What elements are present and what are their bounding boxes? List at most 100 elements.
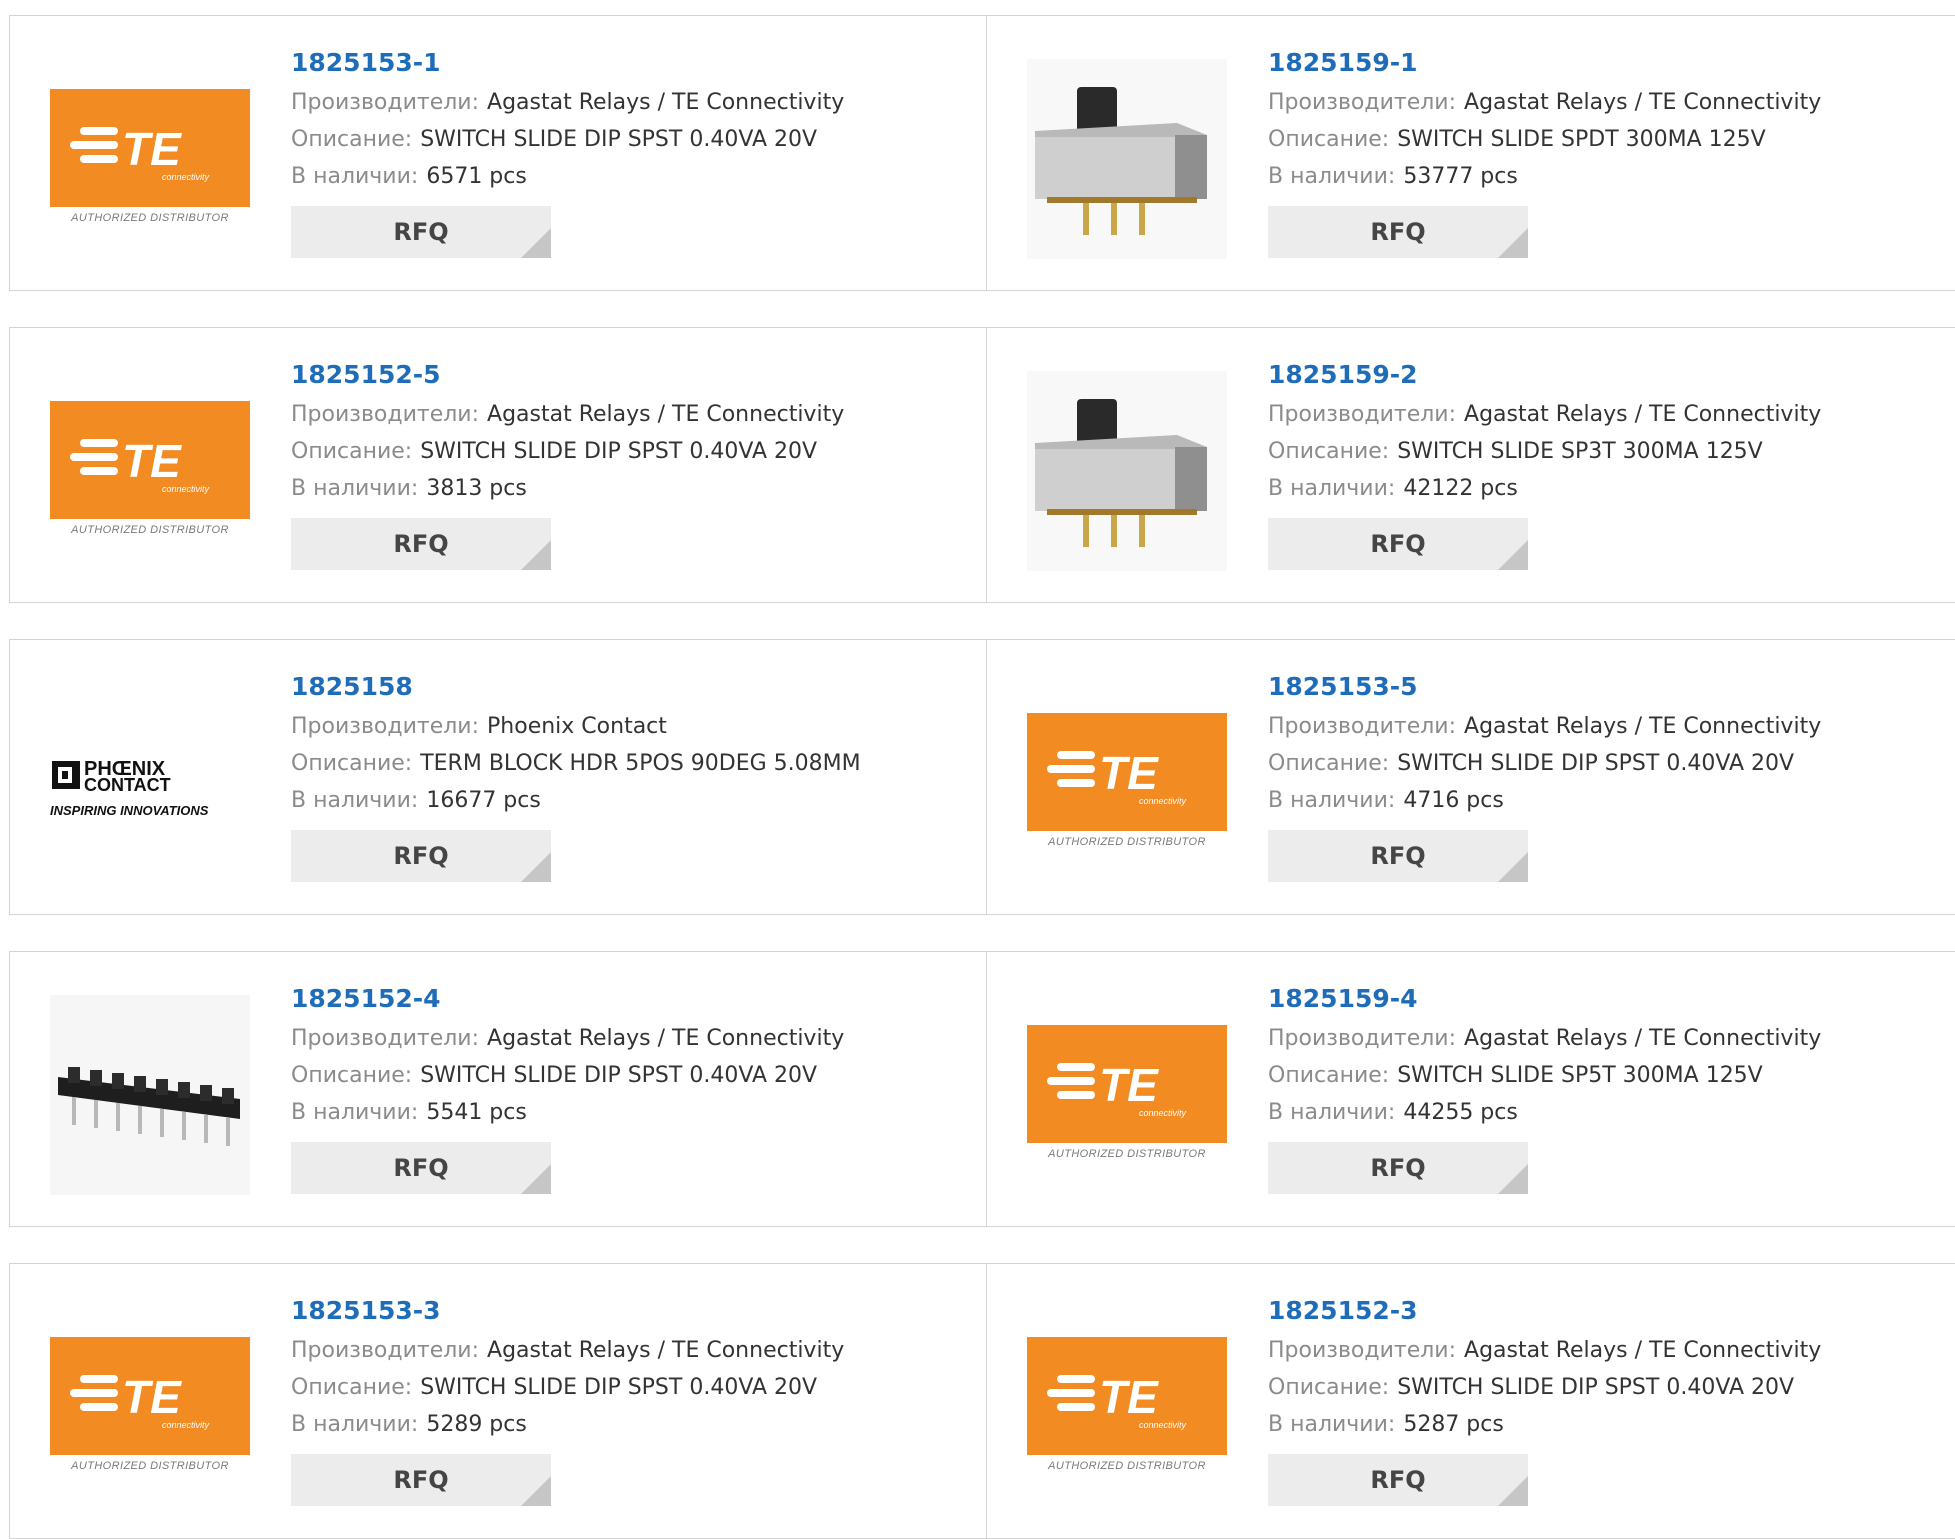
authorized-distributor-caption: AUTHORIZED DISTRIBUTOR <box>1048 1459 1206 1472</box>
product-image[interactable] <box>1027 58 1227 259</box>
product-info: 1825159-1 Производители: Agastat Relays /… <box>1268 46 1821 258</box>
rfq-button[interactable]: RFQ <box>291 1142 551 1194</box>
slide-switch-image <box>1027 58 1227 259</box>
rfq-button[interactable]: RFQ <box>1268 206 1528 258</box>
product-image[interactable]: TE connectivity AUTHORIZED DISTRIBUTOR <box>1027 1314 1227 1499</box>
stock-value: 4716 pcs <box>1403 788 1504 813</box>
part-number-link[interactable]: 1825159-4 <box>1268 982 1821 1020</box>
rfq-label: RFQ <box>393 1466 449 1494</box>
product-card: TE connectivity AUTHORIZED DISTRIBUTOR 1… <box>987 951 1955 1227</box>
rfq-button[interactable]: RFQ <box>1268 830 1528 882</box>
product-image[interactable] <box>1027 370 1227 571</box>
manufacturer-value: Agastat Relays / TE Connectivity <box>1464 402 1822 427</box>
part-number-link[interactable]: 1825159-2 <box>1268 358 1821 396</box>
te-subword: connectivity <box>162 1420 210 1430</box>
part-number-link[interactable]: 1825152-4 <box>291 982 844 1020</box>
manufacturer-value: Agastat Relays / TE Connectivity <box>487 1026 845 1051</box>
rfq-corner-decoration <box>521 540 551 570</box>
rfq-label: RFQ <box>393 1154 449 1182</box>
product-image[interactable]: PHŒNIX CONTACT INSPIRING INNOVATIONS <box>50 690 250 875</box>
part-number-link[interactable]: 1825152-5 <box>291 358 844 396</box>
te-subword: connectivity <box>1139 1420 1187 1430</box>
part-number-link[interactable]: 1825158 <box>291 670 861 708</box>
product-info: 1825159-2 Производители: Agastat Relays /… <box>1268 358 1821 570</box>
manufacturer-label: Производители: <box>1268 90 1457 115</box>
stock-value: 3813 pcs <box>426 476 527 501</box>
description-row: Описание: SWITCH SLIDE DIP SPST 0.40VA 20… <box>291 1369 844 1406</box>
description-row: Описание: TERM BLOCK HDR 5POS 90DEG 5.08M… <box>291 745 861 782</box>
product-info: 1825153-3 Производители: Agastat Relays /… <box>291 1294 844 1506</box>
rfq-button[interactable]: RFQ <box>1268 518 1528 570</box>
te-logo-box: TE connectivity <box>1027 1024 1227 1143</box>
te-word: TE <box>122 1371 182 1423</box>
rfq-button[interactable]: RFQ <box>291 518 551 570</box>
te-subword: connectivity <box>162 484 210 494</box>
product-card: PHŒNIX CONTACT INSPIRING INNOVATIONS 182… <box>9 639 987 915</box>
part-number-link[interactable]: 1825153-5 <box>1268 670 1821 708</box>
product-image[interactable]: TE connectivity AUTHORIZED DISTRIBUTOR <box>50 1314 250 1499</box>
description-label: Описание: <box>1268 1063 1390 1088</box>
rfq-button[interactable]: RFQ <box>1268 1142 1528 1194</box>
stock-value: 5289 pcs <box>426 1412 527 1437</box>
manufacturer-label: Производители: <box>291 1026 480 1051</box>
manufacturer-row: Производители: Agastat Relays / TE Connec… <box>1268 1332 1821 1369</box>
rfq-button[interactable]: RFQ <box>1268 1454 1528 1506</box>
manufacturer-value: Agastat Relays / TE Connectivity <box>487 90 845 115</box>
manufacturer-label: Производители: <box>1268 714 1457 739</box>
product-image[interactable]: TE connectivity AUTHORIZED DISTRIBUTOR <box>50 378 250 563</box>
description-value: SWITCH SLIDE SPDT 300MA 125V <box>1397 127 1766 152</box>
dip-switch-image <box>50 994 250 1195</box>
product-info: 1825152-5 Производители: Agastat Relays /… <box>291 358 844 570</box>
rfq-label: RFQ <box>1370 1466 1426 1494</box>
product-card: TE connectivity AUTHORIZED DISTRIBUTOR 1… <box>9 15 987 291</box>
description-label: Описание: <box>291 1375 413 1400</box>
product-image[interactable] <box>50 994 250 1195</box>
stock-label: В наличии: <box>1268 1100 1396 1125</box>
stock-label: В наличии: <box>291 476 419 501</box>
description-label: Описание: <box>1268 751 1390 776</box>
te-logo-box: TE connectivity <box>50 1336 250 1455</box>
product-card: TE connectivity AUTHORIZED DISTRIBUTOR 1… <box>987 1263 1955 1539</box>
manufacturer-value: Phoenix Contact <box>487 714 667 739</box>
product-image[interactable]: TE connectivity AUTHORIZED DISTRIBUTOR <box>1027 1002 1227 1187</box>
manufacturer-label: Производители: <box>1268 1338 1457 1363</box>
rfq-label: RFQ <box>393 530 449 558</box>
stock-value: 53777 pcs <box>1403 164 1518 189</box>
description-row: Описание: SWITCH SLIDE SPDT 300MA 125V <box>1268 121 1821 158</box>
description-row: Описание: SWITCH SLIDE DIP SPST 0.40VA 20… <box>1268 745 1821 782</box>
te-mark-icon: TE connectivity <box>70 435 210 494</box>
part-number-link[interactable]: 1825159-1 <box>1268 46 1821 84</box>
rfq-button[interactable]: RFQ <box>291 206 551 258</box>
part-number-link[interactable]: 1825153-1 <box>291 46 844 84</box>
stock-row: В наличии: 42122 pcs <box>1268 470 1821 507</box>
te-mark-icon: TE connectivity <box>1047 1371 1187 1430</box>
rfq-label: RFQ <box>1370 1154 1426 1182</box>
rfq-button[interactable]: RFQ <box>291 1454 551 1506</box>
stock-label: В наличии: <box>291 164 419 189</box>
description-label: Описание: <box>291 1063 413 1088</box>
te-subword: connectivity <box>1139 796 1187 806</box>
stock-value: 6571 pcs <box>426 164 527 189</box>
description-row: Описание: SWITCH SLIDE DIP SPST 0.40VA 20… <box>291 433 844 470</box>
te-mark-icon: TE connectivity <box>1047 747 1187 806</box>
phoenix-contact-logo: PHŒNIX CONTACT INSPIRING INNOVATIONS <box>50 743 250 823</box>
slide-switch-image <box>1027 370 1227 571</box>
te-connectivity-logo: TE connectivity AUTHORIZED DISTRIBUTOR <box>1027 712 1227 853</box>
manufacturer-value: Agastat Relays / TE Connectivity <box>1464 714 1822 739</box>
product-image[interactable]: TE connectivity AUTHORIZED DISTRIBUTOR <box>1027 690 1227 875</box>
manufacturer-value: Agastat Relays / TE Connectivity <box>487 402 845 427</box>
rfq-button[interactable]: RFQ <box>291 830 551 882</box>
part-number-link[interactable]: 1825153-3 <box>291 1294 844 1332</box>
description-row: Описание: SWITCH SLIDE DIP SPST 0.40VA 20… <box>291 1057 844 1094</box>
manufacturer-label: Производители: <box>291 90 480 115</box>
product-image[interactable]: TE connectivity AUTHORIZED DISTRIBUTOR <box>50 66 250 251</box>
description-value: SWITCH SLIDE SP3T 300MA 125V <box>1397 439 1763 464</box>
part-number-link[interactable]: 1825152-3 <box>1268 1294 1821 1332</box>
manufacturer-value: Agastat Relays / TE Connectivity <box>487 1338 845 1363</box>
te-word: TE <box>122 123 182 175</box>
te-subword: connectivity <box>1139 1108 1187 1118</box>
description-label: Описание: <box>291 127 413 152</box>
stock-row: В наличии: 5289 pcs <box>291 1406 844 1443</box>
description-value: SWITCH SLIDE DIP SPST 0.40VA 20V <box>1397 751 1795 776</box>
description-value: SWITCH SLIDE DIP SPST 0.40VA 20V <box>420 1063 818 1088</box>
